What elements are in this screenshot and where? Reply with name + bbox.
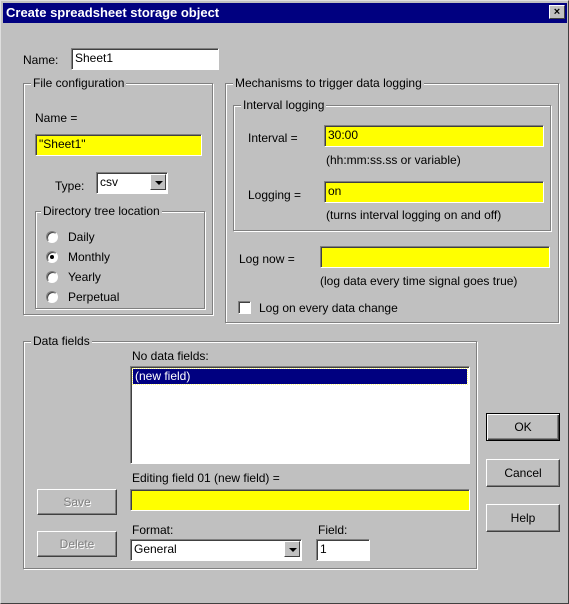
mechanisms-title: Mechanisms to trigger data logging [233,76,424,90]
radio-monthly[interactable] [46,251,58,263]
format-label: Format: [132,523,174,537]
directory-tree-title: Directory tree location [41,204,162,218]
format-select-value: General [134,542,177,556]
data-fields-list[interactable]: (new field) [130,366,470,464]
logging-hint: (turns interval logging on and off) [326,208,502,222]
close-icon[interactable]: × [549,5,565,19]
list-item[interactable]: (new field) [132,368,468,385]
field-number-input[interactable]: 1 [316,539,370,561]
radio-monthly-label: Monthly [68,250,111,264]
format-select[interactable]: General [130,539,302,561]
chevron-down-icon[interactable] [284,541,300,557]
field-label: Field: [318,523,348,537]
logging-label: Logging = [248,188,302,202]
type-select[interactable]: csv [96,172,168,194]
name-input[interactable]: Sheet1 [71,48,219,70]
window-title: Create spreadsheet storage object [6,5,220,20]
editing-field-label: Editing field 01 (new field) = [132,471,280,485]
chevron-down-icon[interactable] [150,174,166,190]
ok-button[interactable]: OK [486,413,560,441]
name-label: Name: [23,53,59,67]
interval-label: Interval = [248,131,298,145]
title-bar[interactable]: Create spreadsheet storage object × [3,3,567,23]
editing-field-input[interactable] [130,489,470,511]
file-name-label: Name = [35,111,78,125]
lognow-input[interactable] [320,246,550,268]
radio-daily[interactable] [46,231,58,243]
file-configuration-title: File configuration [31,76,127,90]
data-fields-title: Data fields [31,334,92,348]
interval-input[interactable]: 30:00 [324,125,544,147]
log-on-change-label: Log on every data change [259,301,398,315]
lognow-hint: (log data every time signal goes true) [320,274,518,288]
interval-logging-title: Interval logging [241,98,327,112]
type-label: Type: [55,179,85,193]
interval-hint: (hh:mm:ss.ss or variable) [326,153,461,167]
radio-selected-dot [50,255,54,259]
radio-yearly[interactable] [46,271,58,283]
file-name-input[interactable]: "Sheet1" [35,134,202,156]
radio-daily-label: Daily [68,230,95,244]
radio-perpetual[interactable] [46,291,58,303]
logging-input[interactable]: on [324,181,544,203]
create-spreadsheet-dialog: Create spreadsheet storage object × Name… [0,0,569,604]
log-on-change-checkbox[interactable] [238,301,251,314]
save-button[interactable]: Save [37,489,117,515]
cancel-button[interactable]: Cancel [486,459,560,487]
data-fields-list-header: No data fields: [132,349,209,363]
help-button[interactable]: Help [486,504,560,532]
lognow-label: Log now = [239,252,295,266]
directory-tree-group [35,211,205,309]
radio-yearly-label: Yearly [68,270,101,284]
type-select-value: csv [100,175,118,189]
delete-button[interactable]: Delete [37,531,117,557]
radio-perpetual-label: Perpetual [68,290,120,304]
